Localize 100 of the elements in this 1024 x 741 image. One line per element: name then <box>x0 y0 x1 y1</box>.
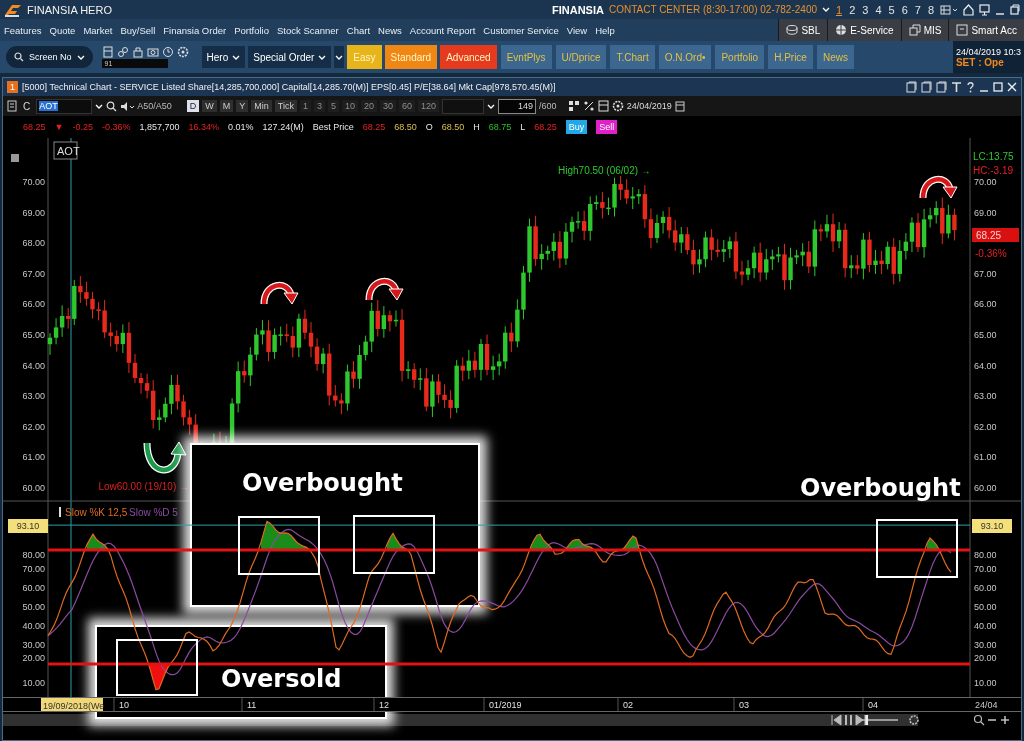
axis-label: 69.00 <box>974 207 997 218</box>
save-icon[interactable] <box>101 46 114 58</box>
quote-value: 68.50 <box>441 122 465 132</box>
clock-icon[interactable] <box>161 46 174 58</box>
pause-icon[interactable] <box>845 714 852 726</box>
shortcut-button[interactable]: H.Price <box>768 45 813 69</box>
calendar-icon[interactable] <box>674 100 685 112</box>
screen-number-dropdown[interactable]: Screen No <box>6 46 93 68</box>
grid-icon[interactable] <box>567 100 580 112</box>
menu-item[interactable]: Market <box>79 24 117 36</box>
menu-item[interactable]: Customer Service <box>479 24 563 36</box>
menu-item[interactable]: Account Report <box>405 24 480 36</box>
shortcut-button[interactable]: EvntPlys <box>500 45 552 69</box>
symbol-field[interactable]: AOT <box>36 98 93 114</box>
service-button[interactable]: SBL <box>778 19 828 41</box>
chevron-icon[interactable] <box>95 102 104 110</box>
calculator-icon[interactable] <box>7 100 17 112</box>
axis-label: 60.00 <box>974 483 997 493</box>
page-tab[interactable]: 1 <box>835 3 844 16</box>
search-icon[interactable] <box>973 714 985 726</box>
chevron-icon[interactable] <box>822 6 830 13</box>
legend-label: Slow %K 12,5 <box>65 507 128 518</box>
menu-item[interactable]: Portfolio <box>230 24 273 36</box>
shortcut-button[interactable]: Portfolio <box>715 45 765 69</box>
menu-item[interactable]: Buy/Sell <box>116 24 160 36</box>
menu-item[interactable]: Chart <box>342 24 375 36</box>
page-tab[interactable]: 2 <box>848 3 857 16</box>
axis-label: 63.00 <box>22 391 45 402</box>
shortcut-button[interactable]: U/Dprice <box>555 45 607 69</box>
axis-label: 61.00 <box>22 452 45 463</box>
menu-item[interactable]: Help <box>591 24 619 36</box>
maximize-icon[interactable] <box>993 81 1003 93</box>
period-button[interactable]: D <box>186 100 200 112</box>
menu-item[interactable]: Finansia Order <box>159 24 231 36</box>
period-button[interactable]: Min <box>251 100 272 112</box>
bar-count-field[interactable]: 149 <box>498 98 537 114</box>
text-icon[interactable] <box>951 81 962 93</box>
settings-icon[interactable] <box>176 46 189 58</box>
copy-icon[interactable] <box>921 81 932 93</box>
menu-item[interactable]: View <box>562 24 592 36</box>
service-button[interactable]: E-Service <box>827 19 901 41</box>
quote-value: H <box>473 122 480 132</box>
link-icon[interactable] <box>116 46 129 58</box>
axis-label: 10.00 <box>974 678 997 688</box>
period-button[interactable]: Tick <box>274 100 297 112</box>
overbought-area <box>531 534 552 550</box>
menu-item[interactable]: Quote <box>45 24 80 36</box>
value-marker: 93.10 <box>972 519 1012 533</box>
last-page-icon[interactable] <box>855 714 866 726</box>
annotation-label: Oversold <box>221 665 342 693</box>
quote-value: Best Price <box>312 122 354 132</box>
interval-field[interactable] <box>442 98 485 114</box>
currency-button[interactable]: C <box>20 100 34 112</box>
trade-button[interactable]: Sell <box>596 120 618 134</box>
close-icon[interactable] <box>1007 81 1017 93</box>
period-button[interactable]: Y <box>236 100 249 112</box>
menu-item[interactable]: News <box>374 24 406 36</box>
page-tab[interactable]: 8 <box>926 3 935 16</box>
service-button[interactable]: MIS <box>900 19 949 41</box>
page-tab[interactable]: 5 <box>887 3 896 16</box>
speaker-icon[interactable] <box>120 100 135 112</box>
period-button[interactable]: W <box>202 100 217 112</box>
save-icon[interactable] <box>597 100 609 112</box>
curved-arrow-icon <box>365 277 404 301</box>
mode-button[interactable]: Advanced <box>440 45 497 69</box>
shortcut-button[interactable]: News <box>816 45 854 69</box>
page-tab[interactable]: 6 <box>900 3 909 16</box>
first-page-icon[interactable] <box>831 714 842 726</box>
restore-icon[interactable] <box>1010 3 1020 16</box>
service-button[interactable]: Smart Acc <box>948 19 1024 41</box>
axis-label: 50.00 <box>974 602 997 612</box>
menu-item[interactable]: Features <box>0 24 46 36</box>
contact-center-text: CONTACT CENTER (8:30-17:00) 02-782-2400 <box>608 4 817 15</box>
page-tab[interactable]: 4 <box>874 3 883 16</box>
help-icon[interactable] <box>966 81 975 93</box>
page-tab[interactable]: 7 <box>913 3 922 16</box>
menu-item[interactable]: Stock Scanner <box>273 24 343 36</box>
chevron-icon[interactable] <box>334 46 345 68</box>
lock-icon[interactable] <box>131 46 144 58</box>
globe-icon <box>835 24 848 36</box>
camera-icon[interactable] <box>146 46 159 58</box>
home-icon[interactable] <box>963 3 974 16</box>
settings-icon[interactable] <box>611 100 624 112</box>
shortcut-button[interactable]: T.Chart <box>610 45 655 69</box>
axis-label: 70.00 <box>22 177 45 187</box>
page-tab[interactable]: 3 <box>861 3 870 16</box>
order-dropdown[interactable]: Special Order <box>248 46 332 68</box>
shortcut-button[interactable]: O.N.Ord• <box>658 45 712 69</box>
axis-label: 62.00 <box>974 421 997 432</box>
percent-icon[interactable] <box>582 100 595 112</box>
axis-label: 66.00 <box>974 299 997 310</box>
copy-icon[interactable] <box>906 81 917 93</box>
settings-icon[interactable] <box>909 715 919 725</box>
search-icon[interactable] <box>106 100 118 112</box>
monitor-icon[interactable] <box>979 3 990 16</box>
zoom-in-icon[interactable] <box>1000 715 1010 725</box>
layout-icon[interactable] <box>940 3 958 16</box>
order-dropdown[interactable]: Hero <box>201 46 246 68</box>
chevron-icon[interactable] <box>487 102 496 110</box>
period-button[interactable]: M <box>219 100 234 112</box>
